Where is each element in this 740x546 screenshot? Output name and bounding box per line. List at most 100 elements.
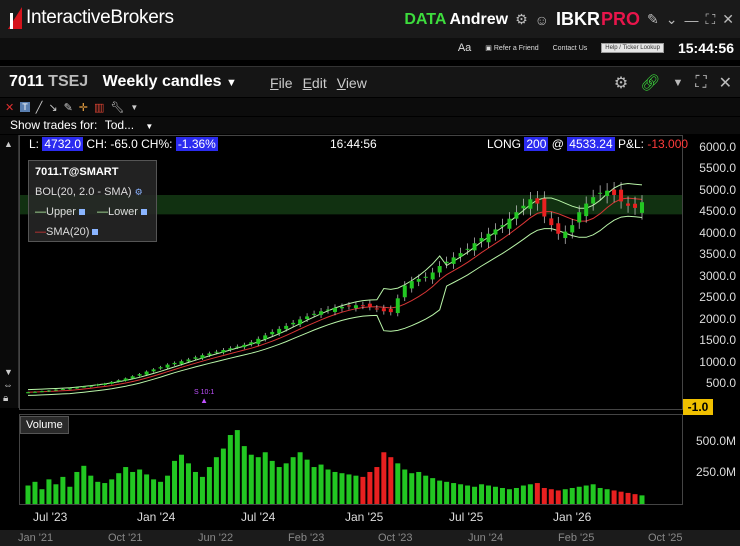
candle-body <box>277 328 282 334</box>
settings-icon[interactable]: ⚙ <box>135 187 143 197</box>
chevron-down-icon[interactable]: ▼ <box>130 103 138 112</box>
candle-body <box>563 231 568 239</box>
wrench-tool-icon[interactable]: 🔧︎ <box>110 101 124 114</box>
sma-legend[interactable]: —SMA(20) <box>35 226 99 238</box>
volume-panel[interactable] <box>19 414 683 505</box>
price-tick-label: 2500.0 <box>699 290 736 305</box>
help-search-input[interactable]: Help / Ticker Lookup <box>601 43 664 53</box>
show-trades-select[interactable]: Tod... ▼ <box>105 118 154 132</box>
volume-bar <box>32 481 38 504</box>
candle-body <box>577 212 582 223</box>
close-icon[interactable]: ✕ <box>722 11 734 28</box>
volume-bar <box>360 476 366 504</box>
link-icon[interactable]: 🔗︎ <box>640 73 660 93</box>
candle-body <box>116 380 121 382</box>
volume-bar <box>416 471 422 504</box>
price-tick-label: 4500.0 <box>699 204 736 219</box>
close-icon[interactable]: ✕ <box>719 73 732 93</box>
maximize-icon[interactable]: ⛶ <box>695 74 706 92</box>
volume-bar <box>618 491 624 504</box>
exchange: TSEJ <box>48 73 89 90</box>
candle-body <box>619 189 624 202</box>
gear-icon[interactable]: ⚙ <box>515 11 528 28</box>
navigator-strip[interactable]: Jan '21 Oct '21 Jun '22 Feb '23 Oct '23 Jun '… <box>0 530 740 546</box>
price-tick-label: 1000.0 <box>699 354 736 369</box>
position-group: LONG 200 @ 4533.24 P&L: -13.000 <box>487 137 688 151</box>
price-tick-label: 4000.0 <box>699 225 736 240</box>
secondary-bar-items: Aa ▣ Refer a Friend Contact Us Help / Ti… <box>458 40 734 56</box>
maximize-icon[interactable]: ⛶ <box>705 11 715 28</box>
price-marker[interactable]: -1.0 <box>683 399 713 415</box>
scroll-down-icon[interactable]: ▼ <box>4 367 13 377</box>
volume-bar <box>541 487 547 504</box>
volume-bar <box>144 474 150 504</box>
lock-icon[interactable]: 🔒︎ <box>3 393 8 404</box>
menu-file[interactable]: File <box>270 75 293 91</box>
checkbox-icon[interactable] <box>78 209 85 216</box>
contact-us-link[interactable]: Contact Us <box>553 45 588 52</box>
volume-bar <box>67 486 73 504</box>
menu-view[interactable]: View <box>337 75 367 91</box>
volume-bar <box>465 485 471 504</box>
minimize-icon[interactable]: — <box>684 12 698 28</box>
volume-bar <box>353 475 359 504</box>
candle-body <box>305 316 310 320</box>
volume-bar <box>576 486 582 504</box>
pen-tool-icon[interactable]: ✎ <box>64 101 73 114</box>
ib-logo-icon <box>8 7 22 29</box>
settings-icon[interactable]: ⚙ <box>614 73 628 93</box>
navigator-tick-label: Oct '21 <box>108 532 143 544</box>
volume-bar <box>185 463 191 504</box>
upper-band-legend[interactable]: —Upper <box>35 206 85 218</box>
line-tool-icon[interactable]: ╱ <box>36 101 43 114</box>
candle-body <box>339 306 344 309</box>
menu-edit[interactable]: Edit <box>303 75 327 91</box>
close-small-icon[interactable]: ✕ <box>5 101 14 114</box>
chevron-down-icon[interactable]: ▼ <box>673 77 684 89</box>
symbol-group[interactable]: 7011 TSEJ Weekly candles ▼ <box>9 73 237 91</box>
volume-bar <box>625 492 631 504</box>
quote-time: 16:44:56 <box>330 137 377 151</box>
checkbox-icon[interactable] <box>140 209 147 216</box>
checkbox-icon[interactable] <box>92 229 99 236</box>
period-selector[interactable]: Weekly candles ▼ <box>103 73 237 90</box>
refer-friend-link[interactable]: ▣ Refer a Friend <box>485 44 538 52</box>
left-scroll-strip[interactable]: ▲ ▼ ⇔ 🔒︎ <box>0 135 19 408</box>
split-marker[interactable]: S 10:1 ▲ <box>194 389 214 405</box>
indicator-legend[interactable]: 7011.T@SMART BOL(20, 2.0 - SMA) ⚙ —Upper… <box>28 160 157 242</box>
support-icon[interactable]: ☺ <box>535 12 549 28</box>
zoom-icon[interactable]: ⇔ <box>3 380 13 391</box>
at-sign: @ <box>551 137 564 151</box>
time-axis[interactable]: Jul '23 Jan '24 Jul '24 Jan '25 Jul '25 Jan '… <box>19 504 681 528</box>
volume-bar <box>555 490 561 504</box>
candle-body <box>542 198 547 217</box>
navigator-tick-label: Jan '21 <box>18 532 54 544</box>
font-size-icon[interactable]: Aa <box>458 42 471 54</box>
volume-chart[interactable] <box>20 415 682 504</box>
pin-icon[interactable]: ✎ <box>647 11 659 28</box>
volume-bar <box>53 484 59 504</box>
volume-bar <box>339 473 345 504</box>
candle-body <box>130 376 135 379</box>
bollinger-label[interactable]: BOL(20, 2.0 - SMA) ⚙ <box>35 186 143 198</box>
chevron-down-icon[interactable]: ⌄ <box>666 11 678 28</box>
volume-bar <box>499 487 505 504</box>
last-label: L: <box>29 137 40 151</box>
volume-bar <box>262 452 268 504</box>
data-label[interactable]: DATA <box>404 11 446 29</box>
scroll-up-icon[interactable]: ▲ <box>4 139 13 149</box>
lower-band-legend[interactable]: —Lower <box>97 206 147 218</box>
volume-bar <box>388 457 394 504</box>
crosshair-tool-icon[interactable]: ✛ <box>79 101 88 114</box>
price-scale[interactable]: 6000.0 5500.0 5000.0 4500.0 4000.0 3500.0 3000… <box>682 135 740 503</box>
volume-bar <box>60 476 66 504</box>
price-tick-label: 1500.0 <box>699 333 736 348</box>
user-name[interactable]: Andrew <box>449 11 508 29</box>
arrow-tool-icon[interactable]: ↘ <box>48 101 57 114</box>
volume-bar <box>220 448 226 504</box>
chart-tool-icon[interactable]: ▥ <box>94 101 104 114</box>
candle-body <box>312 313 317 315</box>
candle-body <box>207 353 212 356</box>
text-tool-icon[interactable]: T <box>20 102 30 112</box>
candle-body <box>367 303 372 307</box>
